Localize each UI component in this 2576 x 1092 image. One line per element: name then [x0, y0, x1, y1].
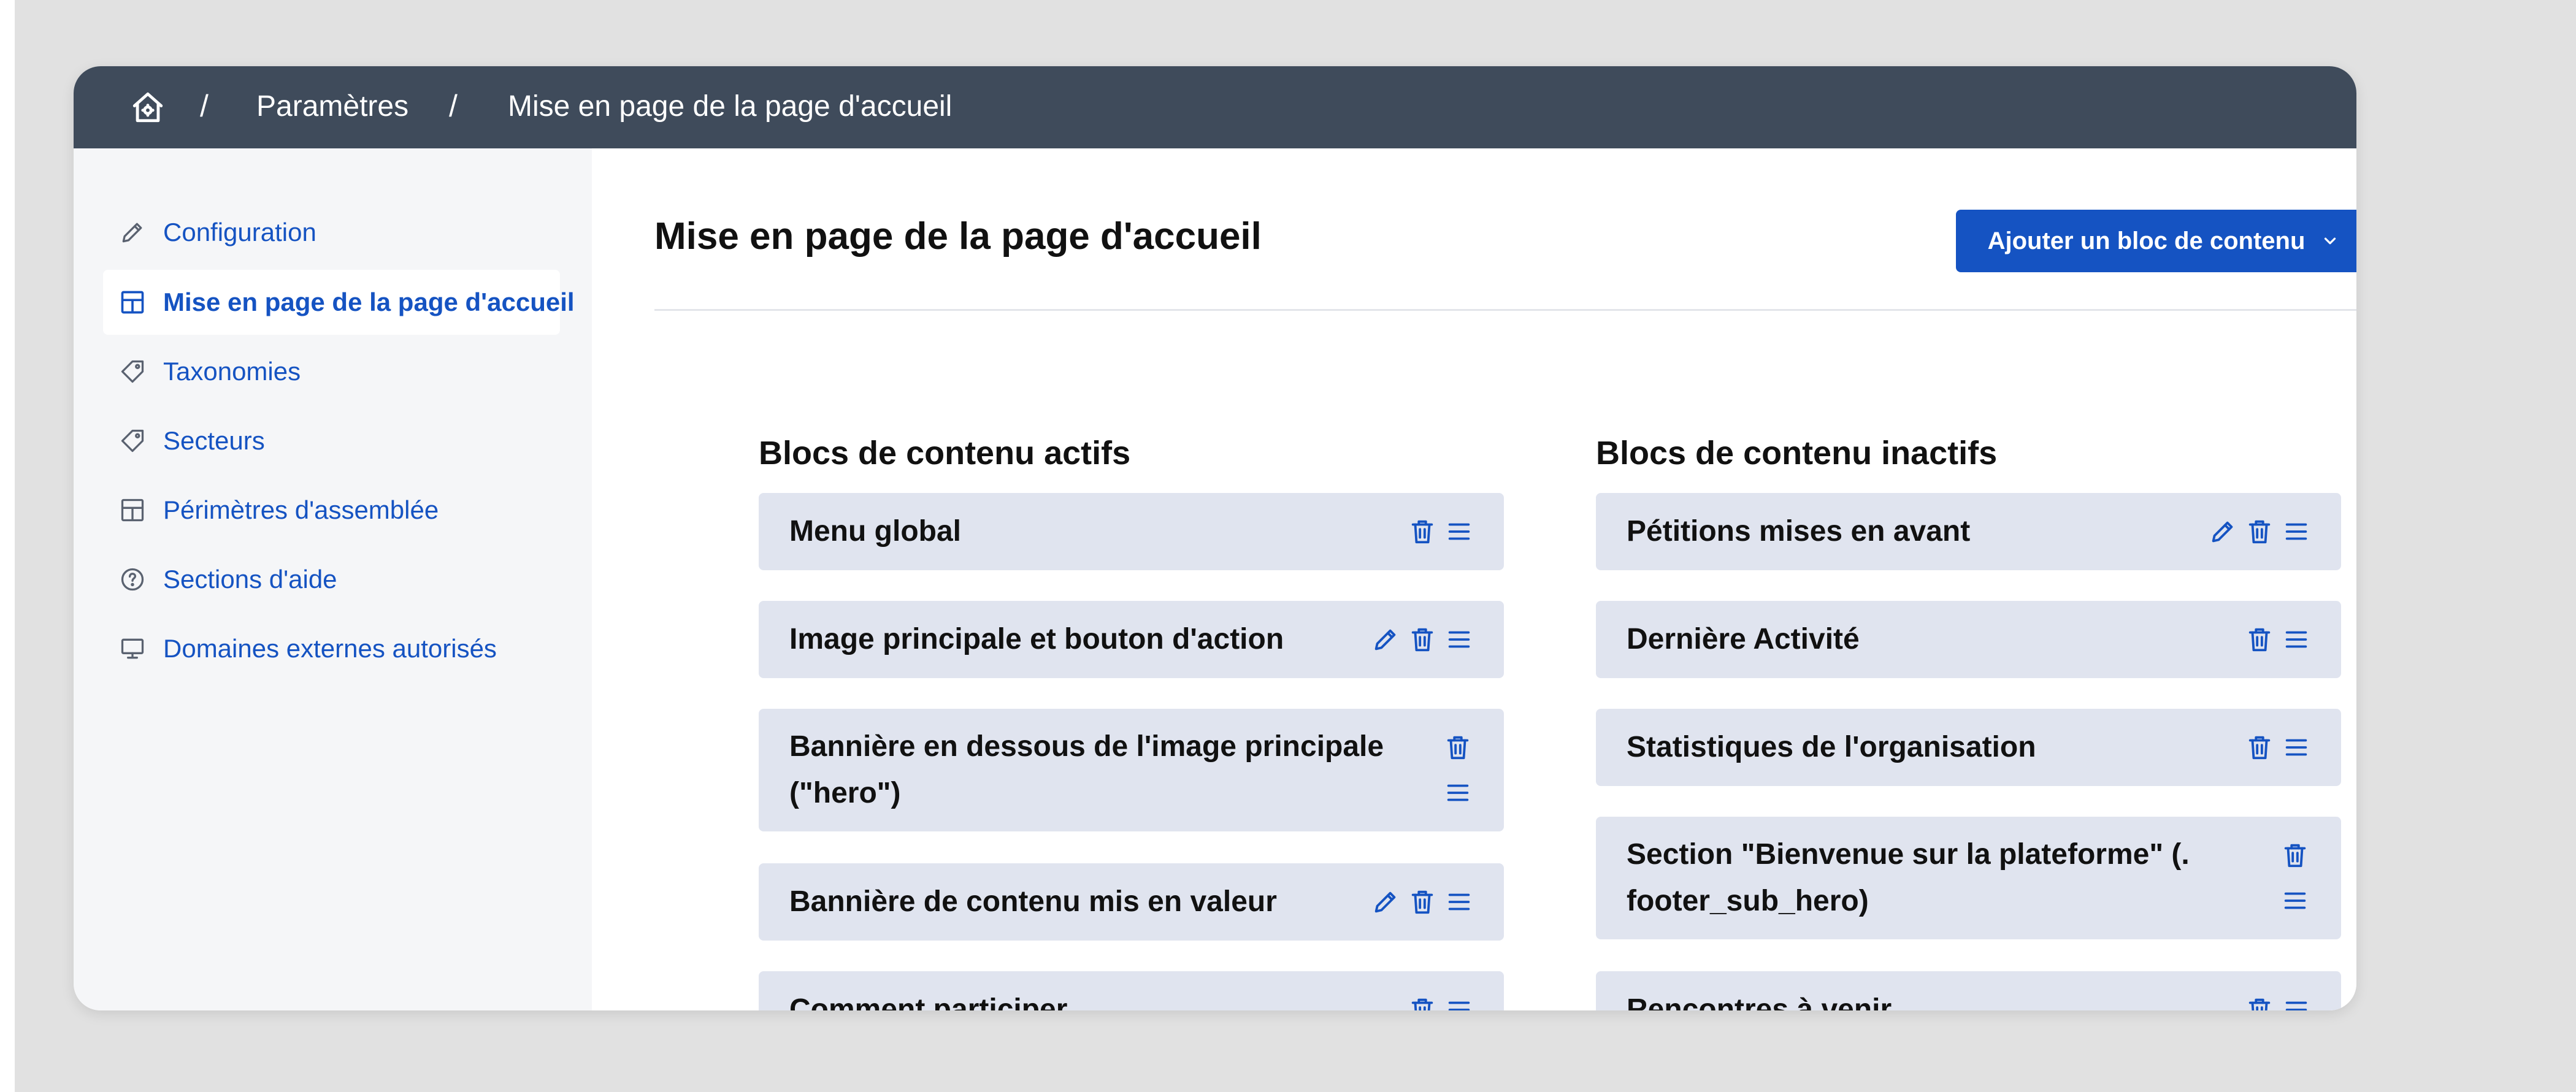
block-actions	[1371, 625, 1473, 654]
chevron-down-icon	[2325, 237, 2336, 245]
breadcrumb-item-current: Mise en page de la page d'accueil	[508, 90, 953, 123]
drag-handle-icon[interactable]	[1444, 779, 1472, 807]
block-label: Section "Bienvenue sur la plateforme" (.…	[1627, 838, 2190, 917]
drag-handle-icon[interactable]	[1445, 517, 1473, 546]
sidebar-item-label: Sections d'aide	[163, 565, 337, 594]
active-block[interactable]: Bannière en dessous de l'image principal…	[759, 709, 1504, 831]
layout-icon	[121, 291, 144, 314]
block-label: Image principale et bouton d'action	[789, 623, 1284, 655]
block-label: Statistiques de l'organisation	[1627, 731, 2036, 763]
trash-icon[interactable]	[2245, 517, 2274, 546]
active-block[interactable]: Menu global	[759, 493, 1504, 570]
pencil-icon[interactable]	[1371, 888, 1400, 916]
drag-handle-icon[interactable]	[2282, 625, 2310, 654]
header-divider	[654, 309, 2356, 311]
block-label: Rencontres à venir	[1627, 993, 1892, 1010]
block-actions	[1371, 888, 1473, 916]
add-content-block-label: Ajouter un bloc de contenu	[1987, 227, 2306, 254]
drag-handle-icon[interactable]	[2282, 517, 2310, 546]
page-title: Mise en page de la page d'accueil	[654, 215, 1262, 258]
block-actions	[2281, 841, 2309, 915]
sidebar-item-label: Mise en page de la page d'accueil	[163, 288, 575, 316]
trash-icon[interactable]	[2281, 841, 2309, 869]
inactive-block[interactable]: Statistiques de l'organisation	[1596, 709, 2341, 786]
breadcrumb-item-parametres[interactable]: Paramètres	[256, 90, 408, 123]
inactive-block[interactable]: Dernière Activité	[1596, 601, 2341, 678]
active-block[interactable]: Comment participer	[759, 971, 1504, 1010]
drag-handle-icon[interactable]	[2282, 996, 2310, 1010]
sidebar-item-secteurs[interactable]: Secteurs	[103, 408, 560, 473]
block-actions	[1444, 733, 1472, 807]
breadcrumb-separator: /	[449, 89, 458, 123]
sidebar-item-label: Configuration	[163, 218, 316, 246]
trash-icon[interactable]	[2245, 996, 2274, 1010]
sidebar-item-label: Périmètres d'assemblée	[163, 495, 439, 524]
block-label: Bannière de contenu mis en valeur	[789, 885, 1277, 918]
trash-icon[interactable]	[1408, 517, 1436, 546]
trash-icon[interactable]	[2245, 625, 2274, 654]
block-actions	[1408, 996, 1473, 1010]
sidebar-item-configuration[interactable]: Configuration	[103, 200, 560, 265]
drag-handle-icon[interactable]	[1445, 996, 1473, 1010]
sidebar-item-taxonomies[interactable]: Taxonomies	[103, 339, 560, 404]
home-icon[interactable]	[130, 90, 166, 125]
main-content: Mise en page de la page d'accueil Ajoute…	[592, 148, 2356, 1010]
trash-icon[interactable]	[1408, 996, 1436, 1010]
breadcrumb: / Paramètres / Mise en page de la page d…	[74, 66, 2356, 148]
sidebar-item-label: Secteurs	[163, 426, 265, 455]
sidebar-item-perimetres[interactable]: Périmètres d'assemblée	[103, 478, 560, 543]
block-actions	[2245, 625, 2310, 654]
active-blocks-heading: Blocs de contenu actifs	[759, 435, 1131, 472]
block-actions	[1408, 517, 1473, 546]
tag-icon	[121, 429, 144, 452]
inactive-blocks-heading: Blocs de contenu inactifs	[1596, 435, 1998, 472]
block-label: Bannière en dessous de l'image principal…	[789, 730, 1384, 809]
drag-handle-icon[interactable]	[2281, 887, 2309, 915]
block-actions	[2245, 996, 2310, 1010]
active-block[interactable]: Image principale et bouton d'action	[759, 601, 1504, 678]
drag-handle-icon[interactable]	[1445, 625, 1473, 654]
inactive-block[interactable]: Rencontres à venir	[1596, 971, 2341, 1010]
active-block[interactable]: Bannière de contenu mis en valeur	[759, 863, 1504, 941]
sidebar: Configuration Mise en page de la page d'…	[74, 148, 592, 1010]
drag-handle-icon[interactable]	[1445, 888, 1473, 916]
layout-icon	[121, 498, 144, 522]
trash-icon[interactable]	[2245, 733, 2274, 762]
sidebar-item-label: Domaines externes autorisés	[163, 634, 497, 663]
add-content-block-button[interactable]: Ajouter un bloc de contenu	[1956, 210, 2356, 272]
sidebar-item-label: Taxonomies	[163, 357, 301, 386]
pencil-icon[interactable]	[1371, 625, 1400, 654]
block-label: Dernière Activité	[1627, 623, 1860, 655]
tag-icon	[121, 360, 144, 383]
block-label: Menu global	[789, 515, 961, 548]
sidebar-item-external-domains[interactable]: Domaines externes autorisés	[103, 616, 560, 681]
block-actions	[2245, 733, 2310, 762]
pencil-icon	[122, 223, 142, 243]
inactive-block[interactable]: Section "Bienvenue sur la plateforme" (.…	[1596, 817, 2341, 939]
admin-panel: / Paramètres / Mise en page de la page d…	[74, 66, 2356, 1010]
trash-icon[interactable]	[1408, 888, 1436, 916]
block-actions	[2209, 517, 2310, 546]
trash-icon[interactable]	[1444, 733, 1472, 762]
help-circle-icon	[121, 568, 144, 591]
sidebar-item-help-sections[interactable]: Sections d'aide	[103, 547, 560, 612]
sidebar-item-homepage-layout[interactable]: Mise en page de la page d'accueil	[103, 270, 575, 335]
block-label: Pétitions mises en avant	[1627, 515, 1971, 548]
pencil-icon[interactable]	[2209, 517, 2237, 546]
inactive-block[interactable]: Pétitions mises en avant	[1596, 493, 2341, 570]
block-label: Comment participer	[789, 993, 1068, 1010]
breadcrumb-separator: /	[200, 89, 209, 123]
monitor-icon	[121, 638, 144, 659]
drag-handle-icon[interactable]	[2282, 733, 2310, 762]
trash-icon[interactable]	[1408, 625, 1436, 654]
